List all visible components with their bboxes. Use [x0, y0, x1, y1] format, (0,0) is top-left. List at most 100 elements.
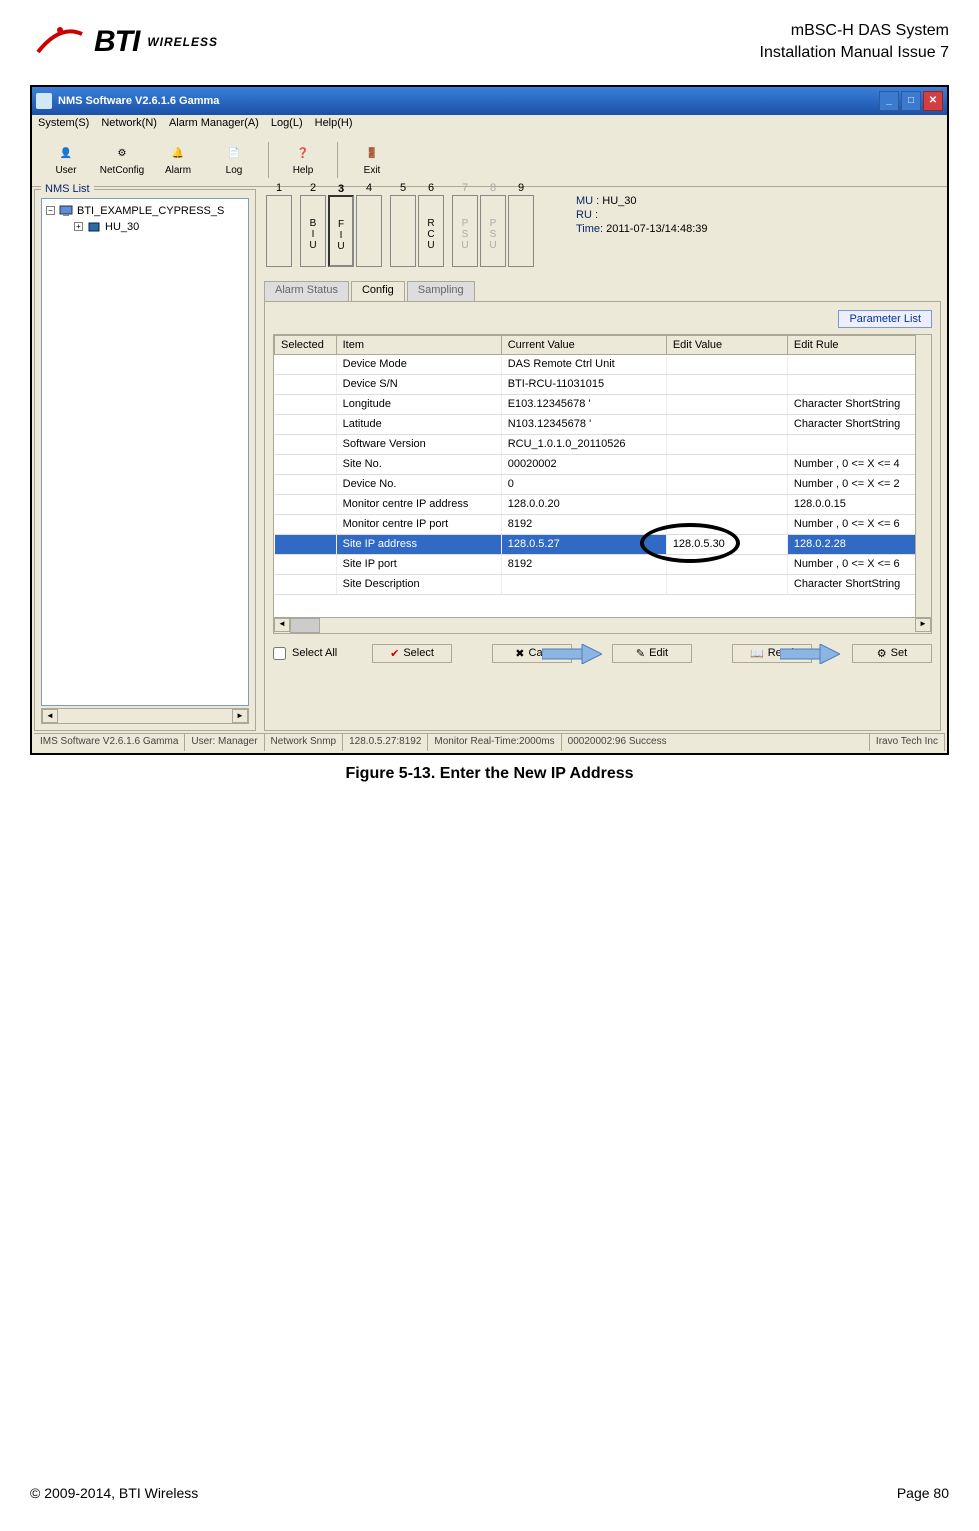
netconfig-icon: ⚙ [112, 145, 132, 163]
tab-alarm-status[interactable]: Alarm Status [264, 281, 349, 301]
cell-edit[interactable] [666, 514, 787, 534]
read-button[interactable]: 📖Read [732, 644, 812, 663]
cell-edit[interactable] [666, 494, 787, 514]
cell-edit[interactable] [666, 434, 787, 454]
cell-item: Site No. [336, 454, 501, 474]
toolbar-exit-button[interactable]: 🚪 Exit [346, 138, 398, 182]
cell-selected[interactable] [275, 414, 337, 434]
toolbar-log-button[interactable]: 📄 Log [208, 138, 260, 182]
cell-edit[interactable] [666, 554, 787, 574]
table-row[interactable]: Software VersionRCU_1.0.1.0_20110526 [275, 434, 931, 454]
cell-rule: Character ShortString [787, 574, 930, 594]
tree-horizontal-scrollbar[interactable]: ◄ ► [41, 708, 249, 724]
toolbar-netconfig-button[interactable]: ⚙ NetConfig [96, 138, 148, 182]
tab-config[interactable]: Config [351, 281, 405, 301]
cancel-button[interactable]: ✖Can [492, 644, 572, 663]
select-button[interactable]: ✔Select [372, 644, 452, 663]
cell-edit[interactable]: 128.0.5.30 [666, 534, 787, 554]
col-item[interactable]: Item [336, 335, 501, 354]
table-row[interactable]: LatitudeN103.12345678 'Character ShortSt… [275, 414, 931, 434]
tree-child-item[interactable]: + HU_30 [46, 219, 244, 235]
slot-5[interactable]: 5 [390, 195, 416, 267]
col-selected[interactable]: Selected [275, 335, 337, 354]
tree-expander-icon[interactable]: + [74, 222, 83, 231]
cell-edit[interactable] [666, 474, 787, 494]
scroll-right-button[interactable]: ► [915, 618, 931, 632]
cell-selected[interactable] [275, 374, 337, 394]
minimize-button[interactable]: _ [879, 91, 899, 111]
select-all-checkbox[interactable]: Select All [273, 647, 337, 660]
slot-7[interactable]: 7PSU [452, 195, 478, 267]
menu-system[interactable]: System(S) [38, 117, 89, 133]
table-row[interactable]: Device No.0Number , 0 <= X <= 2 [275, 474, 931, 494]
col-edit-value[interactable]: Edit Value [666, 335, 787, 354]
check-icon: ✔ [390, 647, 399, 660]
cell-selected[interactable] [275, 554, 337, 574]
table-row[interactable]: Site IP port8192Number , 0 <= X <= 6 [275, 554, 931, 574]
scroll-right-button[interactable]: ► [232, 709, 248, 723]
cell-edit[interactable] [666, 354, 787, 374]
cell-selected[interactable] [275, 534, 337, 554]
figure-caption: Figure 5-13. Enter the New IP Address [30, 765, 949, 783]
cell-selected[interactable] [275, 354, 337, 374]
slot-4[interactable]: 4 [356, 195, 382, 267]
parameter-list-button[interactable]: Parameter List [838, 310, 932, 328]
toolbar-alarm-button[interactable]: 🔔 Alarm [152, 138, 204, 182]
edit-button[interactable]: ✎Edit [612, 644, 692, 663]
scroll-left-button[interactable]: ◄ [42, 709, 58, 723]
tree-root-item[interactable]: − BTI_EXAMPLE_CYPRESS_S [46, 203, 244, 219]
slot-3[interactable]: 3FIU [328, 195, 354, 267]
table-row[interactable]: LongitudeE103.12345678 'Character ShortS… [275, 394, 931, 414]
tab-sampling[interactable]: Sampling [407, 281, 475, 301]
cell-selected[interactable] [275, 474, 337, 494]
toolbar-user-button[interactable]: 👤 User [40, 138, 92, 182]
menu-network[interactable]: Network(N) [101, 117, 157, 133]
cell-edit[interactable] [666, 414, 787, 434]
table-row[interactable]: Device S/NBTI-RCU-11031015 [275, 374, 931, 394]
nms-tree[interactable]: − BTI_EXAMPLE_CYPRESS_S + HU_30 [41, 198, 249, 706]
slot-1[interactable]: 1 [266, 195, 292, 267]
cell-selected[interactable] [275, 574, 337, 594]
table-row[interactable]: Monitor centre IP port8192Number , 0 <= … [275, 514, 931, 534]
tree-expander-icon[interactable]: − [46, 206, 55, 215]
table-row[interactable]: Site DescriptionCharacter ShortString [275, 574, 931, 594]
menu-help[interactable]: Help(H) [315, 117, 353, 133]
select-all-input[interactable] [273, 647, 286, 660]
cell-selected[interactable] [275, 394, 337, 414]
menu-log[interactable]: Log(L) [271, 117, 303, 133]
cell-item: Device No. [336, 474, 501, 494]
cell-edit[interactable] [666, 394, 787, 414]
table-vertical-scrollbar[interactable] [915, 335, 931, 617]
cell-selected[interactable] [275, 434, 337, 454]
slot-8[interactable]: 8PSU [480, 195, 506, 267]
table-row[interactable]: Device ModeDAS Remote Ctrl Unit [275, 354, 931, 374]
set-button[interactable]: ⚙Set [852, 644, 932, 663]
cell-edit[interactable] [666, 454, 787, 474]
table-row[interactable]: Monitor centre IP address128.0.0.20128.0… [275, 494, 931, 514]
menu-alarm-manager[interactable]: Alarm Manager(A) [169, 117, 259, 133]
table-row[interactable]: Site IP address128.0.5.27128.0.5.30128.0… [275, 534, 931, 554]
toolbar-help-button[interactable]: ❓ Help [277, 138, 329, 182]
cell-edit[interactable] [666, 374, 787, 394]
slot-9[interactable]: 9 [508, 195, 534, 267]
table-horizontal-scrollbar[interactable]: ◄ ► [274, 617, 931, 633]
cell-selected[interactable] [275, 514, 337, 534]
maximize-button[interactable]: □ [901, 91, 921, 111]
cell-item: Longitude [336, 394, 501, 414]
nms-list-panel: NMS List − BTI_EXAMPLE_CYPRESS_S + HU_30… [34, 189, 256, 731]
cancel-icon: ✖ [515, 647, 524, 660]
cell-current: 8192 [501, 554, 666, 574]
cell-selected[interactable] [275, 494, 337, 514]
titlebar: NMS Software V2.6.1.6 Gamma _ □ ✕ [32, 87, 947, 115]
cell-edit[interactable] [666, 574, 787, 594]
table-row[interactable]: Site No.00020002Number , 0 <= X <= 4 [275, 454, 931, 474]
col-current-value[interactable]: Current Value [501, 335, 666, 354]
col-edit-rule[interactable]: Edit Rule [787, 335, 930, 354]
cell-selected[interactable] [275, 454, 337, 474]
close-button[interactable]: ✕ [923, 91, 943, 111]
scroll-left-button[interactable]: ◄ [274, 618, 290, 632]
slot-2[interactable]: 2BIU [300, 195, 326, 267]
config-tab-content: Parameter List Selected Item Current Val… [264, 301, 941, 731]
scroll-thumb[interactable] [290, 618, 320, 633]
slot-6[interactable]: 6RCU [418, 195, 444, 267]
